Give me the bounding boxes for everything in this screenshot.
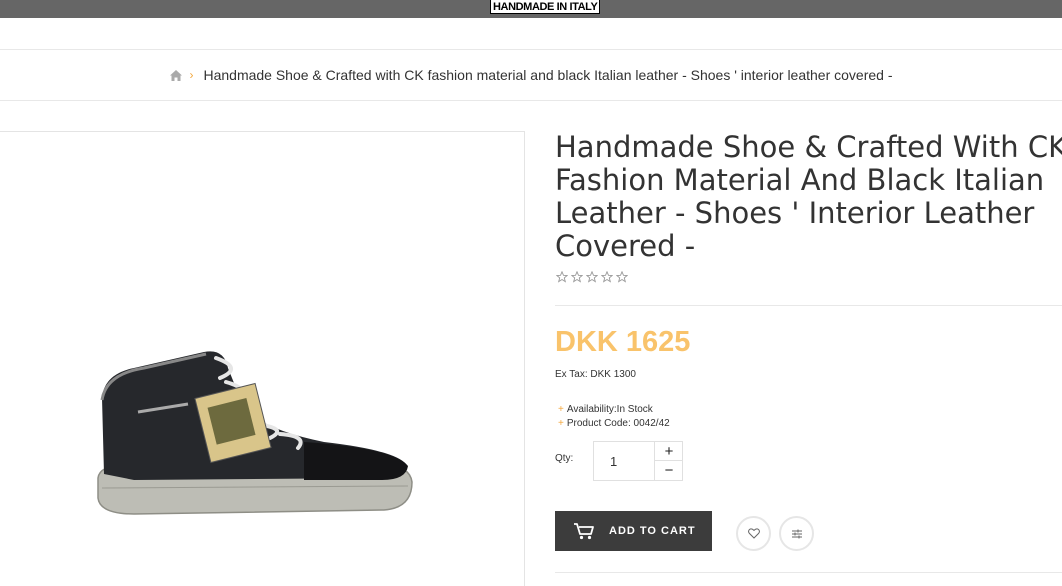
product-price: DKK 1625	[555, 326, 691, 358]
star-icon	[616, 271, 628, 283]
breadcrumb-current[interactable]: Handmade Shoe & Crafted with CK fashion …	[203, 67, 892, 83]
add-to-cart-label: ADD TO CART	[609, 525, 696, 537]
divider	[555, 572, 1062, 573]
breadcrumb: › Handmade Shoe & Crafted with CK fashio…	[0, 50, 1062, 100]
compare-icon	[791, 529, 802, 538]
bullet-icon: +	[558, 418, 564, 429]
star-icon	[586, 271, 598, 283]
quantity-stepper: + −	[593, 441, 683, 481]
divider	[0, 100, 1062, 101]
star-icon	[571, 271, 583, 283]
product-title: Handmade Shoe & Crafted With CK Fashion …	[555, 130, 1062, 263]
star-icon	[556, 271, 568, 283]
top-bar: HANDMADE IN ITALY	[0, 0, 1062, 18]
bullet-icon: +	[558, 404, 564, 415]
product-image[interactable]	[94, 338, 416, 523]
qty-label: Qty:	[555, 453, 574, 464]
availability: + Availability:In Stock	[558, 404, 653, 415]
breadcrumb-separator: ›	[189, 68, 194, 82]
product-code: + Product Code: 0042/42	[558, 418, 670, 429]
compare-button[interactable]	[779, 516, 814, 551]
wishlist-button[interactable]	[736, 516, 771, 551]
cart-icon	[574, 523, 594, 540]
rating-stars[interactable]	[556, 271, 628, 283]
availability-text: Availability:In Stock	[566, 404, 653, 415]
add-to-cart-button[interactable]: ADD TO CART	[555, 511, 712, 551]
brand-logo[interactable]: HANDMADE IN ITALY	[490, 0, 601, 14]
divider	[555, 305, 1062, 306]
ex-tax-price: Ex Tax: DKK 1300	[555, 369, 636, 380]
qty-increment-button[interactable]: +	[654, 442, 683, 461]
star-icon	[601, 271, 613, 283]
home-icon[interactable]	[169, 69, 183, 82]
qty-decrement-button[interactable]: −	[654, 461, 683, 480]
heart-icon	[747, 528, 760, 539]
product-code-text: Product Code: 0042/42	[566, 418, 670, 429]
quantity-input[interactable]	[594, 442, 654, 480]
